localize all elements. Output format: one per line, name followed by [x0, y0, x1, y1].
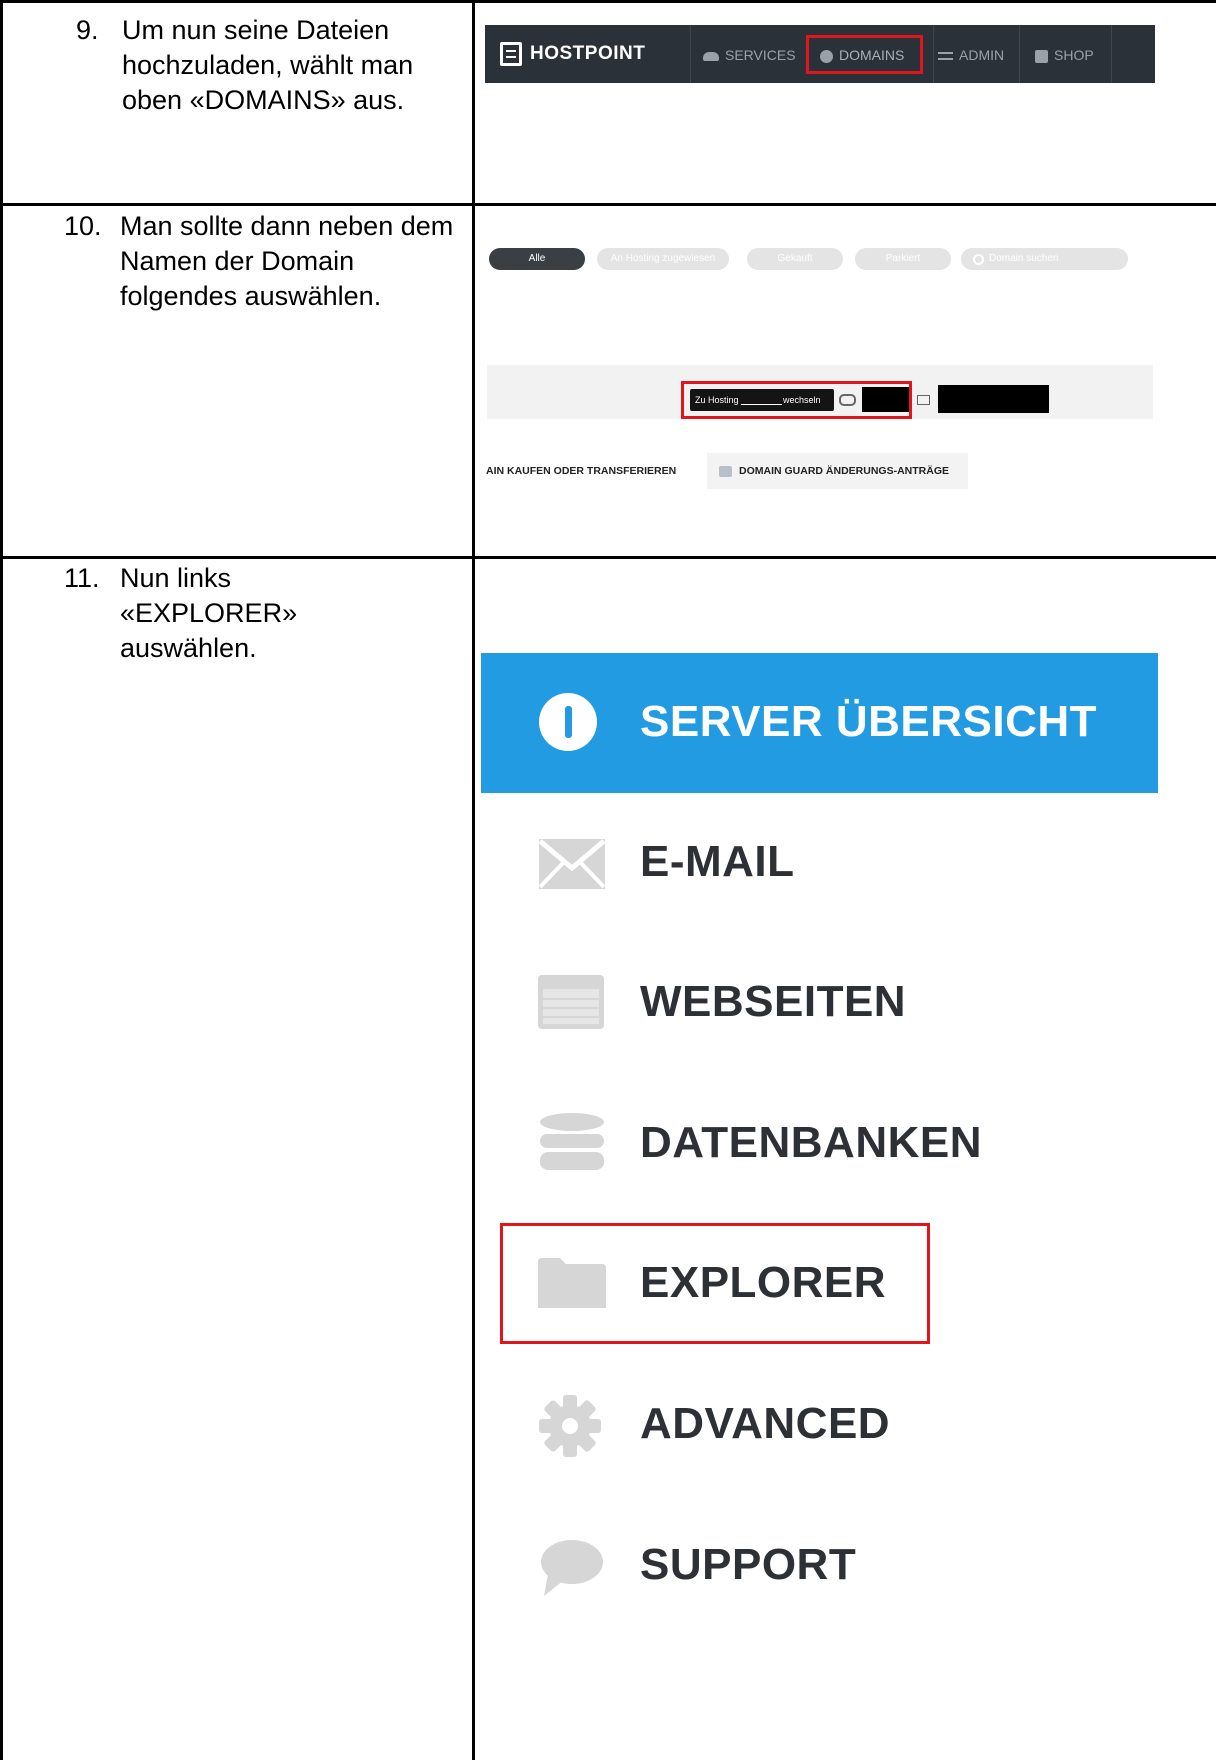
menu-label: ADVANCED	[640, 1399, 891, 1448]
browser-window-icon	[538, 975, 604, 1029]
filter-assigned[interactable]: An Hosting zugewiesen	[597, 248, 729, 270]
domains-highlight	[806, 35, 923, 74]
nav-item-services[interactable]: SERVICES	[703, 47, 796, 63]
table-divider-row2	[0, 556, 1216, 559]
nav-item-admin[interactable]: ADMIN	[938, 47, 1004, 63]
brand-name: HOSTPOINT	[530, 43, 646, 64]
menu-label: DATENBANKEN	[640, 1118, 983, 1167]
redacted-block	[938, 385, 1049, 413]
nav-separator	[1019, 25, 1020, 83]
mail-icon	[538, 839, 606, 889]
domain-search-input[interactable]: Domain suchen	[961, 248, 1128, 270]
explorer-highlight	[500, 1223, 930, 1344]
shield-icon	[719, 465, 732, 477]
nav-separator	[933, 25, 934, 83]
shop-icon	[1035, 49, 1048, 63]
step-text: Nun links «EXPLORER» auswählen.	[120, 563, 298, 663]
domain-guard-button[interactable]: DOMAIN GUARD ÄNDERUNGS-ANTRÄGE	[707, 453, 968, 489]
nav-separator	[690, 25, 691, 83]
cloud-icon	[703, 51, 719, 61]
filter-parked[interactable]: Parkiert	[855, 248, 951, 270]
filter-bought[interactable]: Gekauft	[747, 248, 843, 270]
menu-label: WEBSEITEN	[640, 977, 907, 1026]
menu-label: SERVER ÜBERSICHT	[640, 697, 1098, 746]
step-text: Man sollte dann neben dem Namen der Doma…	[120, 211, 454, 311]
menu-label: SUPPORT	[640, 1540, 857, 1589]
step-number: 10.	[64, 211, 102, 241]
speech-bubble-icon	[541, 1540, 603, 1596]
nav-item-shop[interactable]: SHOP	[1035, 47, 1094, 63]
gear-icon	[539, 1395, 601, 1457]
step-text: Um nun seine Dateien hochzuladen, wählt …	[122, 15, 414, 115]
mail-icon	[917, 395, 930, 405]
table-border-left	[0, 0, 3, 1760]
buy-transfer-button[interactable]: AIN KAUFEN ODER TRANSFERIEREN	[486, 453, 676, 489]
hostpoint-logo-icon	[500, 42, 522, 66]
table-divider-vertical	[472, 0, 475, 1760]
table-border-top	[0, 0, 1216, 3]
filter-all[interactable]: Alle	[489, 248, 585, 270]
table-divider-row1	[0, 203, 1216, 206]
menu-label: E-MAIL	[640, 837, 795, 886]
menu-server-overview[interactable]: SERVER ÜBERSICHT	[481, 653, 1158, 793]
nav-separator	[1111, 25, 1112, 83]
speedometer-icon	[539, 693, 597, 751]
database-icon	[540, 1113, 604, 1170]
admin-icon	[938, 52, 953, 61]
step-number: 11.	[64, 563, 100, 593]
search-icon	[973, 254, 984, 265]
step-number: 9.	[76, 15, 99, 45]
switch-highlight	[681, 381, 912, 419]
